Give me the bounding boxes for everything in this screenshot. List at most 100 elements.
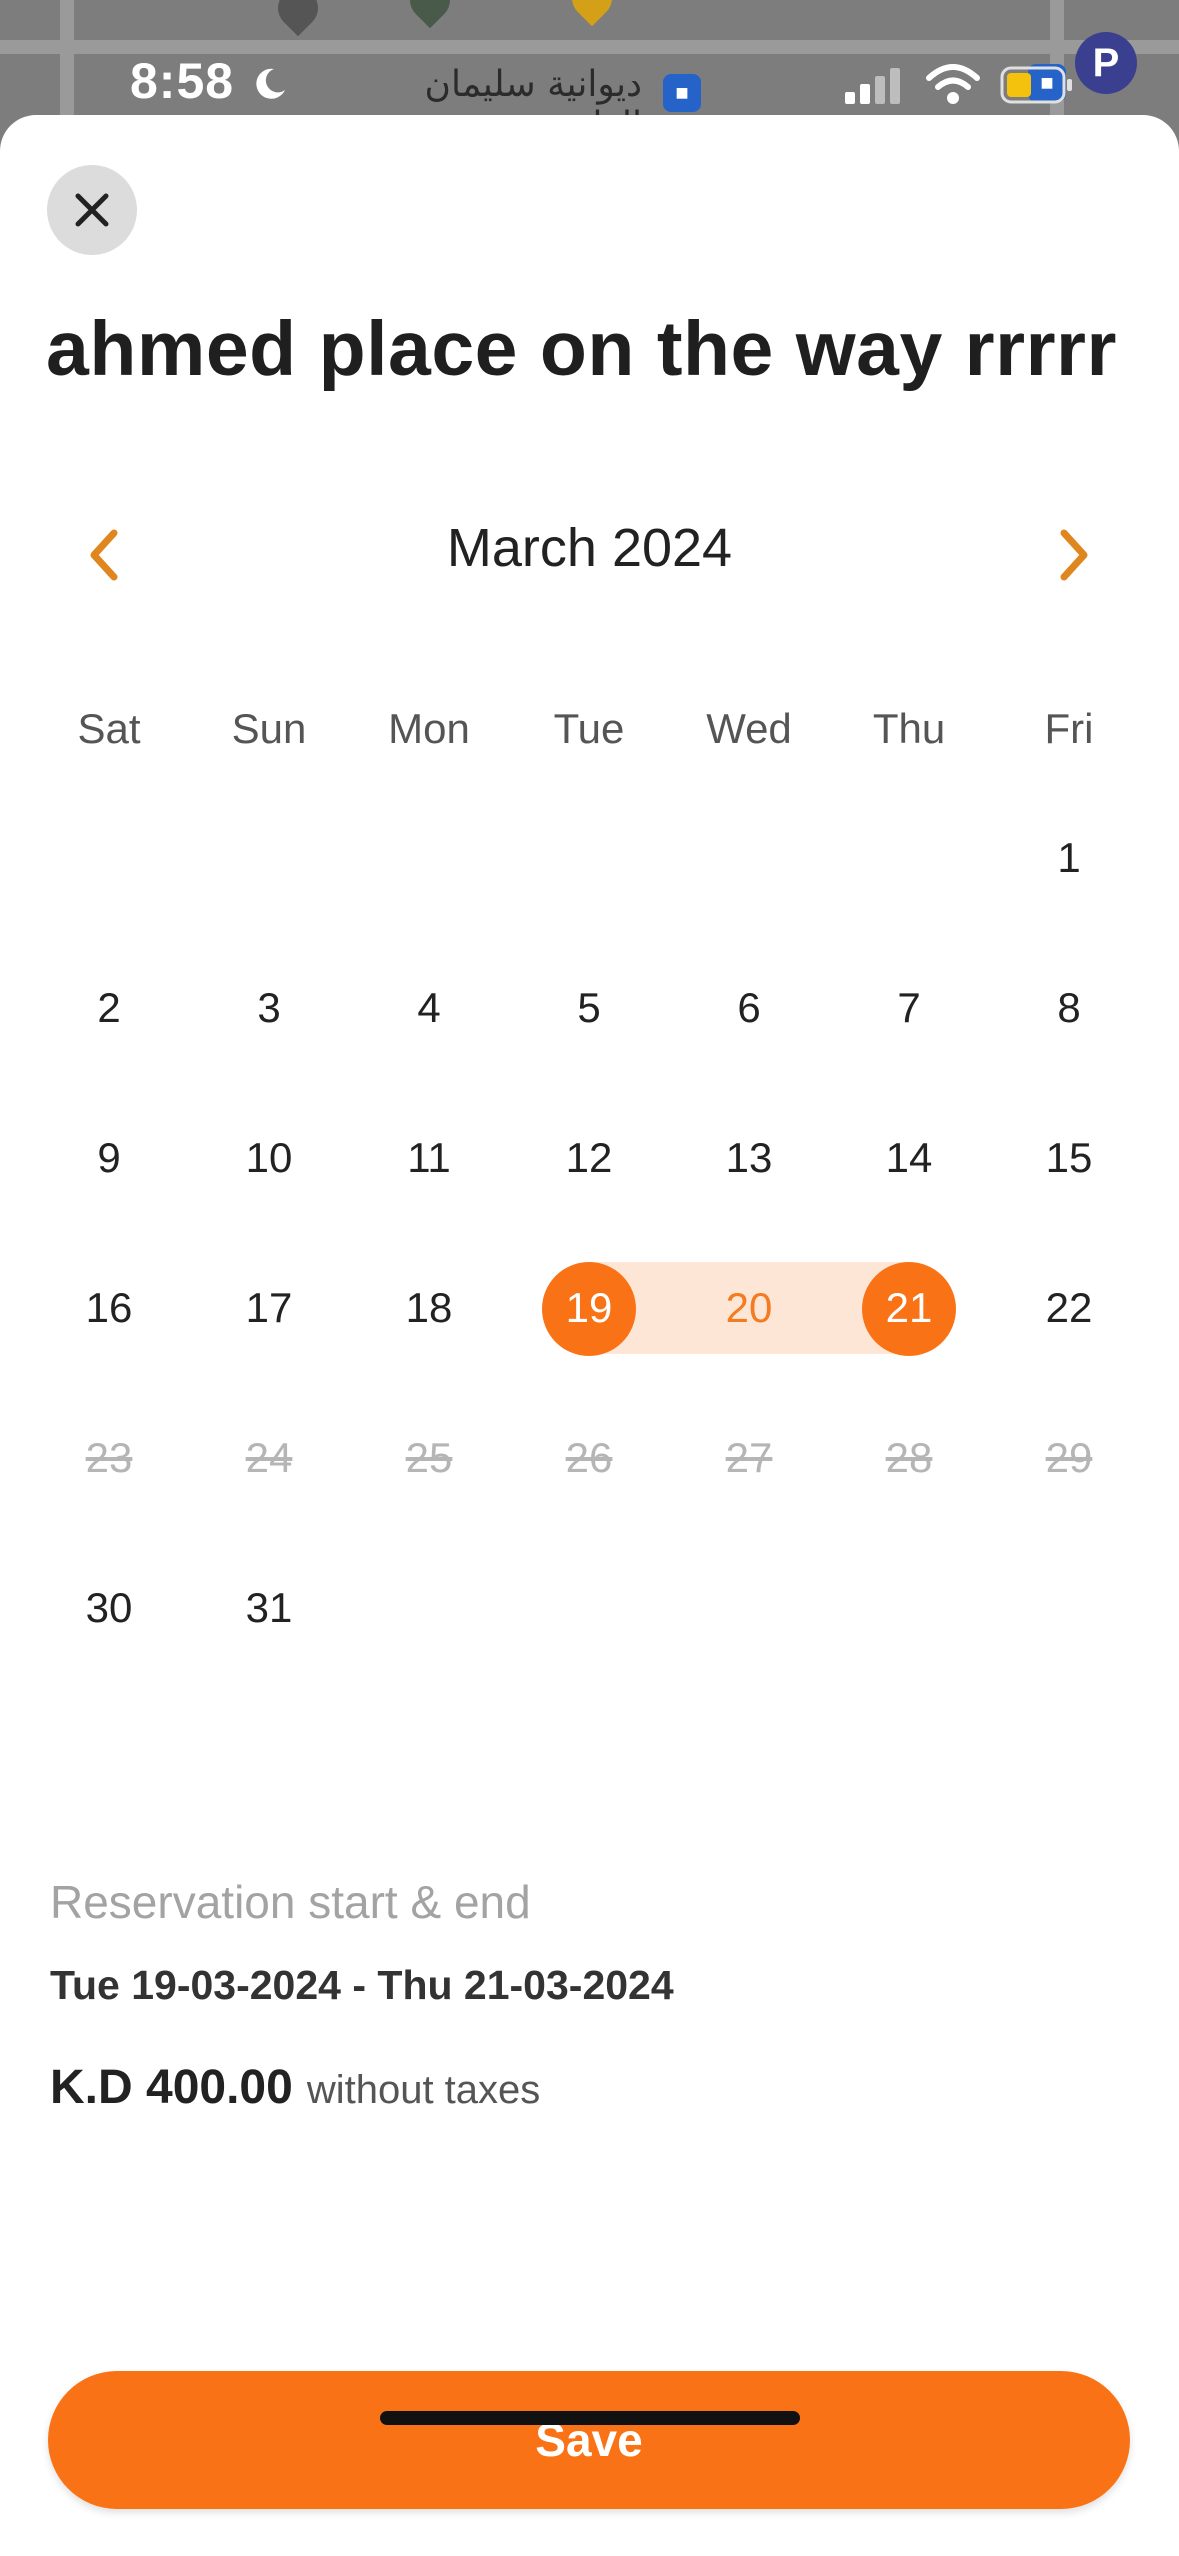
calendar-empty-cell bbox=[349, 783, 509, 933]
calendar-day-25: 25 bbox=[349, 1383, 509, 1533]
calendar-day-number: 30 bbox=[85, 1584, 133, 1631]
save-button[interactable]: Save bbox=[48, 2371, 1130, 2509]
weekday-label: Fri bbox=[1044, 705, 1094, 752]
calendar-empty-cell bbox=[669, 783, 829, 933]
calendar-day-10[interactable]: 10 bbox=[189, 1083, 349, 1233]
home-indicator bbox=[380, 2411, 800, 2425]
calendar-day-16[interactable]: 16 bbox=[29, 1233, 189, 1383]
calendar-day-number: 21 bbox=[885, 1284, 933, 1331]
calendar-week-row: 9 10 11 12 13 14 15 bbox=[29, 1083, 1149, 1233]
booking-sheet: ahmed place on the way rrrrr March 2024 … bbox=[0, 115, 1179, 2556]
weekday-label: Sat bbox=[77, 705, 141, 752]
calendar-empty-cell bbox=[29, 783, 189, 933]
calendar-day-number: 15 bbox=[1045, 1134, 1093, 1181]
calendar-day-number: 5 bbox=[577, 984, 601, 1031]
weekday-label: Tue bbox=[553, 705, 625, 752]
calendar-day-22[interactable]: 22 bbox=[989, 1233, 1149, 1383]
calendar-day-18[interactable]: 18 bbox=[349, 1233, 509, 1383]
status-bar: 8:58 bbox=[0, 0, 1179, 120]
calendar-day-31[interactable]: 31 bbox=[189, 1533, 349, 1683]
calendar-empty-cell bbox=[989, 1533, 1149, 1683]
calendar-week-row: 1 bbox=[29, 783, 1149, 933]
reservation-dates: Tue 19-03-2024 - Thu 21-03-2024 bbox=[50, 1962, 674, 2008]
calendar-day-29: 29 bbox=[989, 1383, 1149, 1533]
weekday-label: Thu bbox=[872, 705, 946, 752]
calendar-day-15[interactable]: 15 bbox=[989, 1083, 1149, 1233]
close-button[interactable] bbox=[47, 165, 137, 255]
calendar-day-7[interactable]: 7 bbox=[829, 933, 989, 1083]
calendar-day-5[interactable]: 5 bbox=[509, 933, 669, 1083]
calendar-day-6[interactable]: 6 bbox=[669, 933, 829, 1083]
calendar-day-number: 19 bbox=[565, 1284, 613, 1331]
calendar-day-number: 13 bbox=[725, 1134, 773, 1181]
calendar-day-19[interactable]: 19 bbox=[509, 1233, 669, 1383]
status-time: 8:58 bbox=[130, 53, 235, 109]
calendar-day-number: 2 bbox=[97, 984, 121, 1031]
calendar-day-number: 14 bbox=[885, 1134, 933, 1181]
calendar-day-24: 24 bbox=[189, 1383, 349, 1533]
calendar-day-1[interactable]: 1 bbox=[989, 783, 1149, 933]
calendar-day-2[interactable]: 2 bbox=[29, 933, 189, 1083]
next-month-button[interactable] bbox=[1034, 515, 1114, 595]
calendar-day-13[interactable]: 13 bbox=[669, 1083, 829, 1233]
calendar-day-number: 3 bbox=[257, 984, 281, 1031]
calendar-day-23: 23 bbox=[29, 1383, 189, 1533]
moon-icon bbox=[256, 68, 285, 99]
wifi-icon bbox=[926, 64, 980, 104]
calendar-day-number: 31 bbox=[245, 1584, 293, 1631]
calendar-empty-cell bbox=[189, 783, 349, 933]
calendar-day-number: 23 bbox=[85, 1434, 133, 1481]
calendar-day-number: 10 bbox=[245, 1134, 293, 1181]
calendar-day-26: 26 bbox=[509, 1383, 669, 1533]
weekday-label: Mon bbox=[388, 705, 470, 752]
calendar-empty-cell bbox=[509, 1533, 669, 1683]
calendar-empty-cell bbox=[669, 1533, 829, 1683]
calendar-day-27: 27 bbox=[669, 1383, 829, 1533]
calendar-day-number: 26 bbox=[565, 1434, 613, 1481]
calendar-week-row: 16 17 18 19 20 21 22 bbox=[29, 1233, 1149, 1383]
calendar-day-number: 29 bbox=[1045, 1434, 1093, 1481]
calendar-empty-cell bbox=[829, 783, 989, 933]
calendar-day-number: 16 bbox=[85, 1284, 133, 1331]
calendar-day-3[interactable]: 3 bbox=[189, 933, 349, 1083]
calendar-day-number: 7 bbox=[897, 984, 921, 1031]
reservation-label: Reservation start & end bbox=[50, 1876, 531, 1928]
calendar-day-17[interactable]: 17 bbox=[189, 1233, 349, 1383]
calendar-empty-cell bbox=[349, 1533, 509, 1683]
calendar-day-21[interactable]: 21 bbox=[829, 1233, 989, 1383]
calendar-day-number: 20 bbox=[725, 1284, 773, 1331]
calendar-week-row: 23 24 25 26 27 28 29 bbox=[29, 1383, 1149, 1533]
page-title: ahmed place on the way rrrrr bbox=[46, 306, 1117, 392]
calendar-day-number: 4 bbox=[417, 984, 441, 1031]
calendar-day-number: 18 bbox=[405, 1284, 453, 1331]
calendar-day-number: 9 bbox=[97, 1134, 121, 1181]
calendar-day-grid: 1 2 3 4 5 6 7 8 9 10 11 12 13 14 15 16 17 18 19 20 21 22 23 24 2… bbox=[29, 783, 1149, 1683]
chevron-right-icon bbox=[1060, 529, 1088, 581]
weekday-label: Sun bbox=[231, 705, 307, 752]
calendar-day-30[interactable]: 30 bbox=[29, 1533, 189, 1683]
calendar-week-row: 2 3 4 5 6 7 8 bbox=[29, 933, 1149, 1083]
calendar-day-number: 28 bbox=[885, 1434, 933, 1481]
battery-icon bbox=[1000, 66, 1072, 104]
calendar-day-20[interactable]: 20 bbox=[669, 1233, 829, 1383]
close-icon bbox=[75, 193, 109, 227]
calendar-day-9[interactable]: 9 bbox=[29, 1083, 189, 1233]
calendar-day-number: 24 bbox=[245, 1434, 293, 1481]
cellular-signal-icon bbox=[845, 68, 900, 104]
month-title: March 2024 bbox=[446, 518, 733, 578]
calendar-empty-cell bbox=[829, 1533, 989, 1683]
calendar-day-11[interactable]: 11 bbox=[349, 1083, 509, 1233]
price-note: without taxes bbox=[306, 2068, 541, 2112]
price-row: K.D 400.00 without taxes bbox=[50, 2060, 540, 2115]
weekday-label: Wed bbox=[706, 705, 792, 752]
calendar-day-28: 28 bbox=[829, 1383, 989, 1533]
calendar-day-number: 25 bbox=[405, 1434, 453, 1481]
calendar-day-12[interactable]: 12 bbox=[509, 1083, 669, 1233]
price-amount: K.D 400.00 bbox=[50, 2061, 293, 2114]
calendar-day-4[interactable]: 4 bbox=[349, 933, 509, 1083]
calendar-empty-cell bbox=[509, 783, 669, 933]
calendar-day-number: 8 bbox=[1057, 984, 1081, 1031]
calendar-day-number: 12 bbox=[565, 1134, 613, 1181]
calendar-day-14[interactable]: 14 bbox=[829, 1083, 989, 1233]
calendar-day-8[interactable]: 8 bbox=[989, 933, 1149, 1083]
